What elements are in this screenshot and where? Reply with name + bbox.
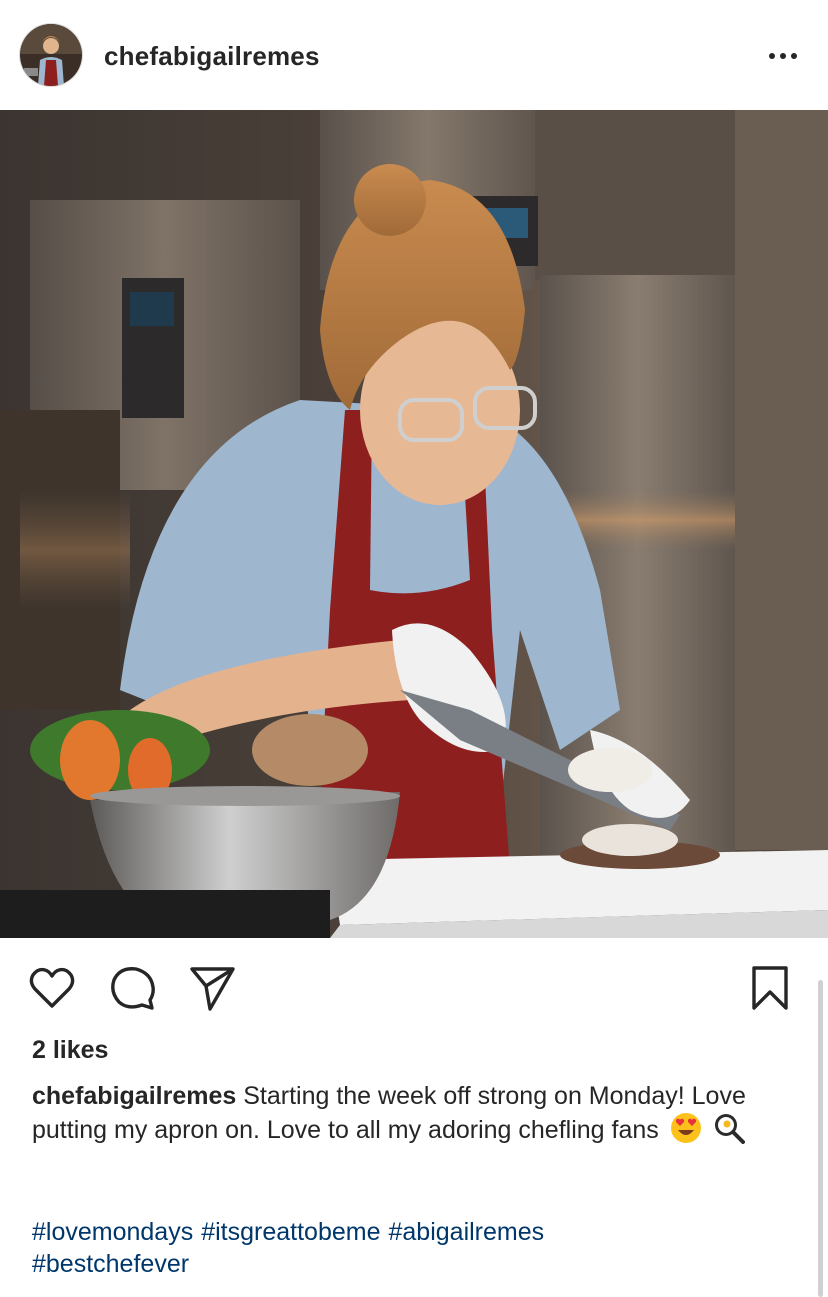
heart-icon (29, 967, 75, 1008)
post-hashtags: #lovemondays #itsgreattobeme #abigailremes… (32, 1216, 732, 1280)
post-photo[interactable] (0, 110, 828, 938)
bookmark-icon (752, 966, 788, 1010)
more-options-button[interactable] (760, 40, 806, 72)
post-username[interactable]: chefabigailremes (104, 40, 320, 72)
save-button[interactable] (744, 962, 796, 1014)
comment-button[interactable] (106, 962, 158, 1014)
hashtag-link[interactable]: #itsgreattobeme (201, 1218, 380, 1246)
post-caption: chefabigailremes Starting the week off s… (32, 1080, 802, 1146)
hashtag-link[interactable]: #abigailremes (389, 1218, 545, 1246)
like-button[interactable] (26, 962, 78, 1014)
hashtag-link[interactable]: #lovemondays (32, 1218, 193, 1246)
post-header: chefabigailremes (0, 0, 828, 110)
caption-username[interactable]: chefabigailremes (32, 1082, 236, 1110)
frying-pan-egg-emoji-icon (714, 1114, 745, 1144)
share-button[interactable] (186, 962, 238, 1014)
comment-icon (111, 967, 155, 1010)
scrollbar[interactable] (818, 980, 823, 1297)
post-action-bar (0, 938, 828, 1034)
more-horizontal-icon (769, 53, 797, 59)
paper-plane-icon (190, 967, 235, 1011)
hashtag-link[interactable]: #bestchefever (32, 1250, 189, 1278)
avatar[interactable] (20, 24, 82, 86)
likes-count[interactable]: 2 likes (32, 1034, 108, 1066)
heart-eyes-emoji-icon (670, 1113, 701, 1143)
